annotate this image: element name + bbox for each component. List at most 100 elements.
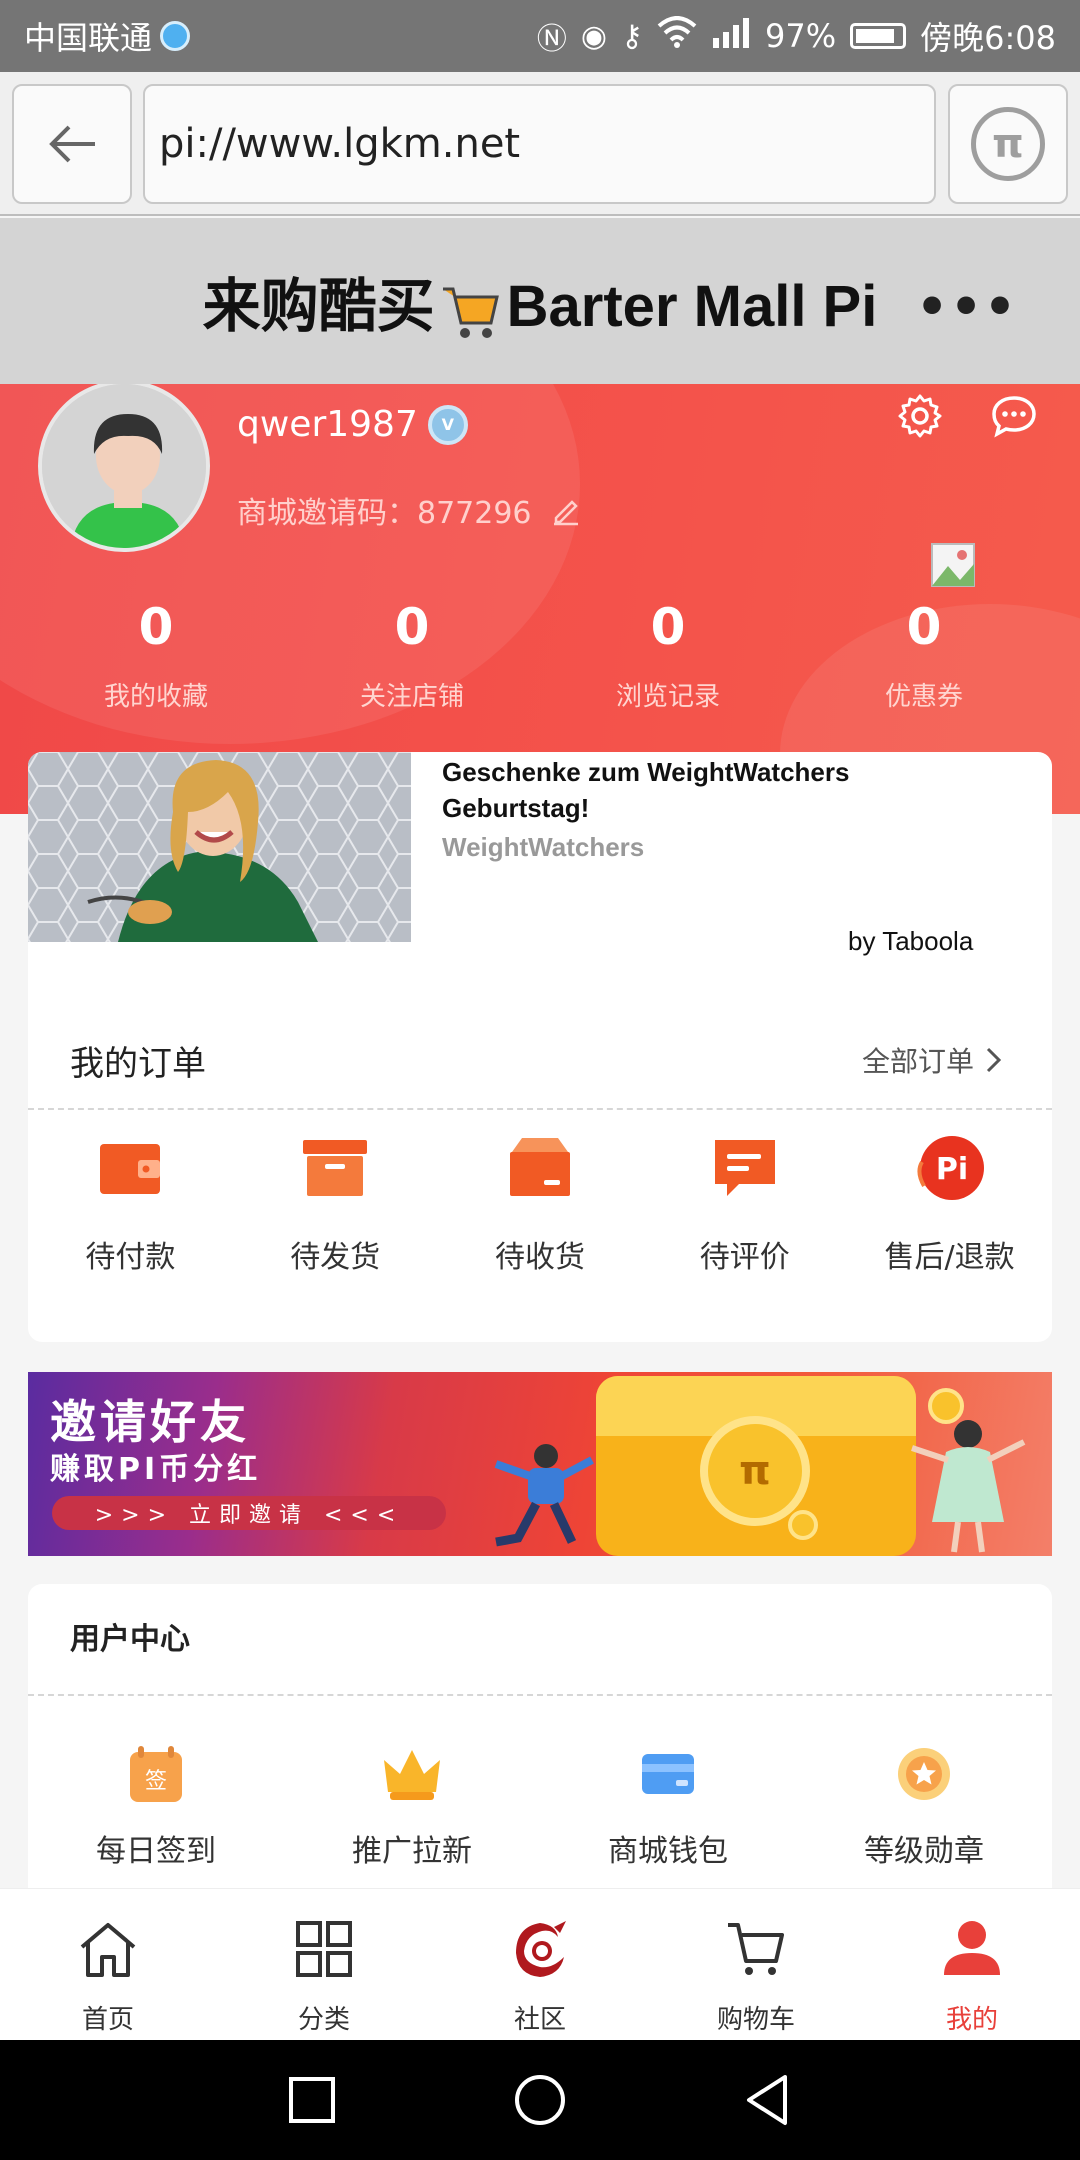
nav-label: 我的 <box>945 2005 998 2035</box>
stat-value: 0 <box>138 598 174 656</box>
ad-image[interactable] <box>28 752 411 942</box>
avatar[interactable] <box>38 384 210 552</box>
invite-code-value: 877296 <box>417 496 532 531</box>
carrier-name: 中国联通 <box>24 19 153 57</box>
nav-home[interactable]: 首页 <box>0 1889 216 2040</box>
divider <box>28 1694 1052 1696</box>
box-icon <box>303 1140 368 1196</box>
user-center-label: 推广拉新 <box>352 1834 472 1869</box>
pi-browser-button[interactable]: π <box>948 84 1068 204</box>
nav-label: 分类 <box>297 2005 350 2035</box>
status-icons: Ⓝ ◉ ⚷ 97% 傍晚6:08 <box>537 13 1056 59</box>
order-pending-receipt[interactable]: 待收货 <box>438 1132 643 1276</box>
edit-pencil-icon[interactable] <box>550 494 582 526</box>
order-label: 待收货 <box>494 1240 585 1275</box>
message-icon[interactable] <box>990 392 1038 440</box>
nav-label: 首页 <box>81 2005 134 2035</box>
coin-decor-icon <box>788 1510 818 1540</box>
stat-history[interactable]: 0 浏览记录 <box>540 594 796 713</box>
stat-value: 0 <box>650 598 686 656</box>
page-header: 来购酷买 Barter Mall Pi ••• <box>0 218 1080 384</box>
default-avatar-icon <box>42 384 206 548</box>
nfc-icon: Ⓝ <box>536 22 567 57</box>
checkin-icon: 签 <box>130 1746 182 1802</box>
more-menu-icon[interactable]: ••• <box>916 278 1018 336</box>
home-circle-icon[interactable] <box>511 2071 569 2129</box>
stat-label: 优惠券 <box>884 682 963 712</box>
wallet-card-icon <box>642 1754 694 1794</box>
url-text: pi://www.lgkm.net <box>159 121 521 167</box>
girl-illustration <box>911 1420 1026 1553</box>
review-icon <box>714 1140 775 1196</box>
vip-badge-icon: V <box>427 404 468 445</box>
shopping-cart-emoji-icon <box>442 287 499 338</box>
level-medal[interactable]: 等级勋章 <box>796 1742 1052 1870</box>
order-pending-payment[interactable]: 待付款 <box>28 1132 233 1276</box>
ad-photo <box>28 752 411 942</box>
settings-gear-icon[interactable] <box>896 392 944 440</box>
banner-subline: 赚取PI币分红 <box>50 1452 262 1487</box>
svg-text:Pi: Pi <box>935 1152 967 1187</box>
invite-label: 商城邀请码： <box>237 496 417 531</box>
chevron-right-icon <box>986 1047 1002 1073</box>
broken-image-icon <box>931 543 975 587</box>
back-triangle-icon[interactable] <box>739 2071 797 2129</box>
carrier-logo-icon <box>160 21 191 51</box>
stat-followed-shops[interactable]: 0 关注店铺 <box>284 594 540 713</box>
stat-value: 0 <box>906 598 942 656</box>
order-label: 待付款 <box>85 1240 176 1275</box>
ad-attribution[interactable]: by Taboola <box>848 926 973 957</box>
back-button[interactable] <box>12 84 132 204</box>
package-icon <box>509 1138 570 1196</box>
user-icon <box>944 1921 1000 1975</box>
cart-icon <box>728 1923 784 1975</box>
crown-icon <box>384 1750 440 1800</box>
browser-bar: pi://www.lgkm.net π <box>0 72 1080 216</box>
home-icon <box>80 1923 136 1977</box>
key-icon: ⚷ <box>621 18 643 54</box>
invite-now-button[interactable]: >>> 立即邀请 <<< <box>52 1496 446 1530</box>
user-center-label: 商城钱包 <box>608 1834 728 1869</box>
order-after-sales[interactable]: Pi 售后/退款 <box>847 1132 1052 1276</box>
all-orders-link[interactable]: 全部订单 <box>862 1040 1004 1080</box>
user-center-label: 每日签到 <box>96 1834 216 1869</box>
user-center-title: 用户中心 <box>70 1622 190 1657</box>
nav-cart[interactable]: 购物车 <box>648 1889 864 2040</box>
stat-coupons[interactable]: 0 优惠券 <box>796 594 1052 713</box>
stat-favorites[interactable]: 0 我的收藏 <box>28 594 284 713</box>
orders-header: 我的订单 全部订单 <box>28 1010 1052 1110</box>
user-center-label: 等级勋章 <box>864 1834 984 1869</box>
arrow-left-icon <box>49 125 95 163</box>
invite-friends-banner[interactable]: 邀请好友 赚取PI币分红 >>> 立即邀请 <<< π <box>28 1372 1052 1556</box>
wifi-icon <box>657 16 697 56</box>
order-label: 待评价 <box>699 1240 790 1275</box>
promotion-referral[interactable]: 推广拉新 <box>284 1742 540 1870</box>
order-pending-review[interactable]: 待评价 <box>642 1132 847 1276</box>
nav-category[interactable]: 分类 <box>216 1889 432 2040</box>
svg-text:签: 签 <box>145 1769 167 1794</box>
clock: 傍晚6:08 <box>920 19 1056 57</box>
username-text: qwer1987 <box>237 404 418 445</box>
ad-title[interactable]: Geschenke zum WeightWatchers Geburtstag! <box>442 754 962 826</box>
username: qwer1987 V <box>237 404 468 445</box>
profile-stats: 0 我的收藏 0 关注店铺 0 浏览记录 0 优惠券 <box>0 594 1080 713</box>
daily-checkin[interactable]: 签 每日签到 <box>28 1742 284 1870</box>
ad-source: WeightWatchers <box>442 832 645 862</box>
nav-mine[interactable]: 我的 <box>864 1889 1080 2040</box>
carrier: 中国联通 <box>24 13 191 59</box>
eye-icon: ◉ <box>580 18 608 54</box>
all-orders-label: 全部订单 <box>861 1045 974 1078</box>
recent-apps-icon[interactable] <box>283 2071 341 2129</box>
title-cn: 来购酷买 <box>202 274 435 339</box>
nav-label: 社区 <box>513 2005 566 2035</box>
nav-label: 购物车 <box>716 2005 795 2035</box>
mall-wallet[interactable]: 商城钱包 <box>540 1742 796 1870</box>
stat-value: 0 <box>394 598 430 656</box>
battery-icon <box>850 23 907 49</box>
grid-icon <box>296 1921 352 1977</box>
community-logo-icon <box>516 1921 566 1977</box>
url-field[interactable]: pi://www.lgkm.net <box>143 84 936 204</box>
nav-community[interactable]: 社区 <box>432 1889 648 2040</box>
banner-headline: 邀请好友 <box>50 1395 250 1449</box>
order-pending-shipment[interactable]: 待发货 <box>233 1132 438 1276</box>
